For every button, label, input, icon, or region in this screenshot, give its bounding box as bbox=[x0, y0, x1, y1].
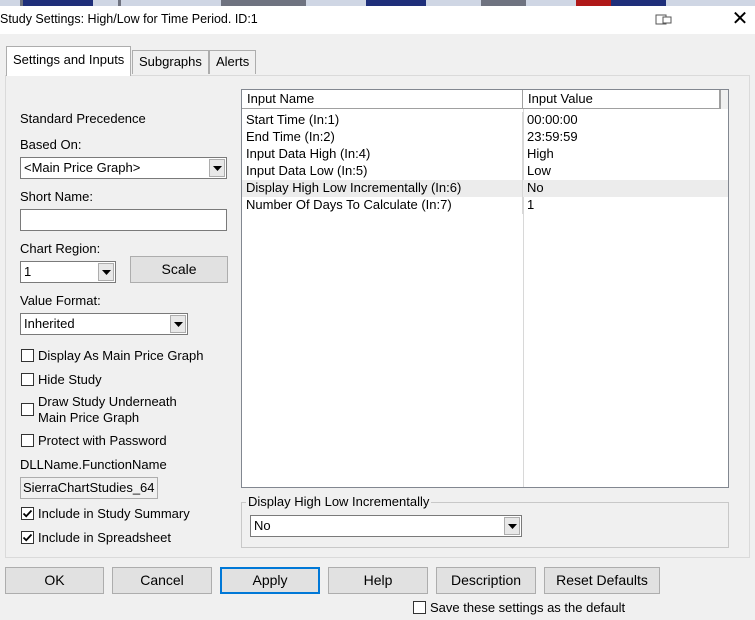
value-format-label: Value Format: bbox=[20, 293, 101, 308]
grid-header: Input Name Input Value bbox=[242, 90, 728, 109]
column-header-input-value[interactable]: Input Value bbox=[523, 90, 720, 109]
include-spreadsheet-checkbox[interactable] bbox=[21, 531, 34, 544]
grid-header-filler bbox=[720, 90, 728, 109]
input-name-cell: Start Time (In:1) bbox=[242, 112, 523, 129]
short-name-label: Short Name: bbox=[20, 189, 93, 204]
based-on-select[interactable]: <Main Price Graph> bbox=[20, 157, 227, 179]
draw-underneath-label-line2: Main Price Graph bbox=[38, 410, 140, 425]
input-name-cell: Number Of Days To Calculate (In:7) bbox=[242, 197, 523, 214]
window-title: Study Settings: High/Low for Time Period… bbox=[0, 12, 258, 26]
dll-function-value: SierraChartStudies_64 bbox=[23, 480, 155, 495]
input-value-cell[interactable]: Low bbox=[523, 163, 728, 180]
checkmark-icon bbox=[22, 533, 33, 542]
input-value-cell[interactable]: High bbox=[523, 146, 728, 163]
draw-underneath-checkbox[interactable] bbox=[21, 403, 34, 416]
close-icon[interactable]: ✕ bbox=[728, 7, 752, 31]
display-main-price-label: Display As Main Price Graph bbox=[38, 348, 204, 363]
standard-precedence-label: Standard Precedence bbox=[20, 111, 146, 126]
chart-region-select[interactable]: 1 bbox=[20, 261, 116, 283]
tab-settings-and-inputs[interactable]: Settings and Inputs bbox=[6, 46, 132, 76]
dll-function-field: SierraChartStudies_64 bbox=[20, 477, 158, 499]
input-value-cell[interactable]: No bbox=[523, 180, 728, 197]
input-editor-value: No bbox=[254, 518, 271, 533]
restore-icon[interactable] bbox=[655, 14, 673, 26]
draw-underneath-label-line1: Draw Study Underneath bbox=[38, 394, 177, 409]
cancel-button[interactable]: Cancel bbox=[112, 567, 212, 594]
input-name-cell: Input Data Low (In:5) bbox=[242, 163, 523, 180]
input-editor-select[interactable]: No bbox=[250, 515, 522, 537]
include-summary-label: Include in Study Summary bbox=[38, 506, 190, 521]
dll-function-label: DLLName.FunctionName bbox=[20, 457, 167, 472]
protect-password-label: Protect with Password bbox=[38, 433, 167, 448]
title-bar: Study Settings: High/Low for Time Period… bbox=[0, 6, 755, 34]
table-row[interactable]: Input Data Low (In:5) Low bbox=[242, 163, 728, 180]
table-row[interactable]: Number Of Days To Calculate (In:7) 1 bbox=[242, 197, 728, 214]
input-value-cell[interactable]: 23:59:59 bbox=[523, 129, 728, 146]
scale-button[interactable]: Scale bbox=[130, 256, 228, 283]
apply-button[interactable]: Apply bbox=[220, 567, 320, 594]
chart-region-value: 1 bbox=[24, 264, 32, 279]
table-row[interactable]: Input Data High (In:4) High bbox=[242, 146, 728, 163]
checkmark-icon bbox=[22, 509, 33, 518]
value-format-value: Inherited bbox=[24, 316, 75, 331]
input-name-cell: Input Data High (In:4) bbox=[242, 146, 523, 163]
tab-subgraphs[interactable]: Subgraphs bbox=[132, 50, 209, 74]
chevron-down-icon[interactable] bbox=[209, 159, 225, 177]
description-button[interactable]: Description bbox=[436, 567, 536, 594]
include-summary-checkbox[interactable] bbox=[21, 507, 34, 520]
save-default-checkbox[interactable] bbox=[413, 601, 426, 614]
hide-study-checkbox[interactable] bbox=[21, 373, 34, 386]
based-on-label: Based On: bbox=[20, 137, 82, 152]
short-name-input[interactable] bbox=[20, 209, 227, 231]
display-main-price-checkbox[interactable] bbox=[21, 349, 34, 362]
protect-password-checkbox[interactable] bbox=[21, 434, 34, 447]
ok-button[interactable]: OK bbox=[5, 567, 104, 594]
table-row[interactable]: End Time (In:2) 23:59:59 bbox=[242, 129, 728, 146]
chevron-down-icon[interactable] bbox=[98, 263, 114, 281]
input-editor-label: Display High Low Incrementally bbox=[246, 494, 432, 509]
chevron-down-icon[interactable] bbox=[170, 315, 186, 333]
column-header-input-name[interactable]: Input Name bbox=[242, 90, 523, 109]
inputs-grid[interactable]: Input Name Input Value Start Time (In:1)… bbox=[241, 89, 729, 488]
input-name-cell: End Time (In:2) bbox=[242, 129, 523, 146]
value-format-select[interactable]: Inherited bbox=[20, 313, 188, 335]
input-value-cell[interactable]: 1 bbox=[523, 197, 728, 214]
table-row-selected[interactable]: Display High Low Incrementally (In:6) No bbox=[242, 180, 728, 197]
save-default-label: Save these settings as the default bbox=[430, 600, 626, 615]
based-on-value: <Main Price Graph> bbox=[24, 160, 141, 175]
chart-region-label: Chart Region: bbox=[20, 241, 101, 256]
include-spreadsheet-label: Include in Spreadsheet bbox=[38, 530, 171, 545]
tab-alerts[interactable]: Alerts bbox=[209, 50, 257, 74]
reset-defaults-button[interactable]: Reset Defaults bbox=[544, 567, 660, 594]
hide-study-label: Hide Study bbox=[38, 372, 102, 387]
table-row[interactable]: Start Time (In:1) 00:00:00 bbox=[242, 112, 728, 129]
help-button[interactable]: Help bbox=[328, 567, 428, 594]
input-name-cell: Display High Low Incrementally (In:6) bbox=[242, 180, 523, 197]
chevron-down-icon[interactable] bbox=[504, 517, 520, 535]
input-value-cell[interactable]: 00:00:00 bbox=[523, 112, 728, 129]
